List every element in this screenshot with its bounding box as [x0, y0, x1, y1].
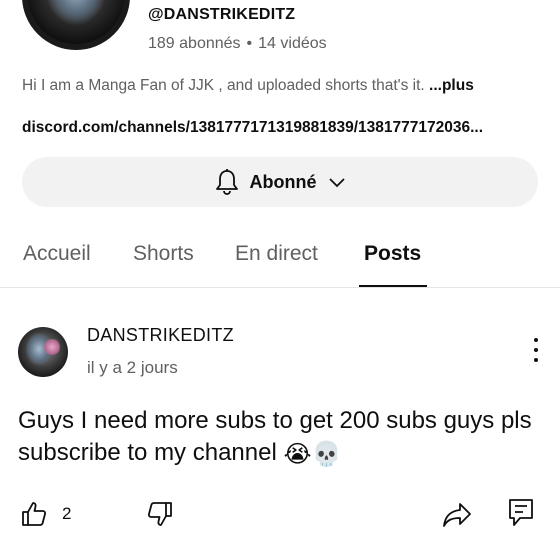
skull-emoji: 💀: [311, 441, 342, 468]
video-count: 14 vidéos: [258, 35, 327, 52]
comment-button[interactable]: [508, 498, 534, 533]
bell-icon: [214, 168, 240, 196]
thumbs-up-icon: [20, 502, 48, 532]
subscriber-count: 189 abonnés: [148, 35, 241, 52]
like-button[interactable]: [20, 500, 48, 533]
stats-separator: •: [246, 35, 253, 52]
dislike-button[interactable]: [146, 500, 174, 533]
share-icon: [442, 503, 472, 532]
crying-emoji: 😭: [283, 441, 312, 468]
post-timestamp: il y a 2 jours: [87, 358, 178, 377]
description-text: Hi I am a Manga Fan of JJK , and uploade…: [22, 77, 430, 94]
channel-link[interactable]: discord.com/channels/1381777171319881839…: [22, 119, 542, 137]
post-author-name[interactable]: DANSTRIKEDITZ: [87, 325, 234, 346]
channel-tabs: Accueil Shorts En direct Posts: [0, 232, 560, 288]
comment-icon: [508, 499, 534, 532]
more-link[interactable]: ...plus: [429, 77, 474, 94]
share-button[interactable]: [442, 502, 472, 533]
channel-stats: 189 abonnés • 14 vidéos: [148, 35, 327, 53]
tab-accueil[interactable]: Accueil: [23, 242, 91, 266]
channel-avatar[interactable]: [22, 0, 130, 50]
channel-description[interactable]: Hi I am a Manga Fan of JJK , and uploade…: [22, 77, 474, 95]
channel-handle: @DANSTRIKEDITZ: [148, 6, 296, 23]
chevron-down-icon: [327, 172, 347, 192]
thumbs-down-icon: [146, 502, 174, 532]
post-author-avatar[interactable]: [18, 327, 68, 377]
like-count: 2: [62, 504, 72, 523]
post-actions: 2: [0, 496, 560, 536]
tab-shorts[interactable]: Shorts: [133, 242, 194, 266]
post-body: Guys I need more subs to get 200 subs gu…: [18, 407, 532, 466]
subscribed-button[interactable]: Abonné: [22, 157, 538, 207]
post-text: Guys I need more subs to get 200 subs gu…: [18, 405, 538, 469]
tab-posts[interactable]: Posts: [364, 242, 421, 266]
tabs-divider: [0, 287, 560, 288]
tab-en-direct[interactable]: En direct: [235, 242, 318, 266]
subscribed-label: Abonné: [249, 171, 317, 192]
more-vertical-icon[interactable]: [528, 338, 544, 366]
